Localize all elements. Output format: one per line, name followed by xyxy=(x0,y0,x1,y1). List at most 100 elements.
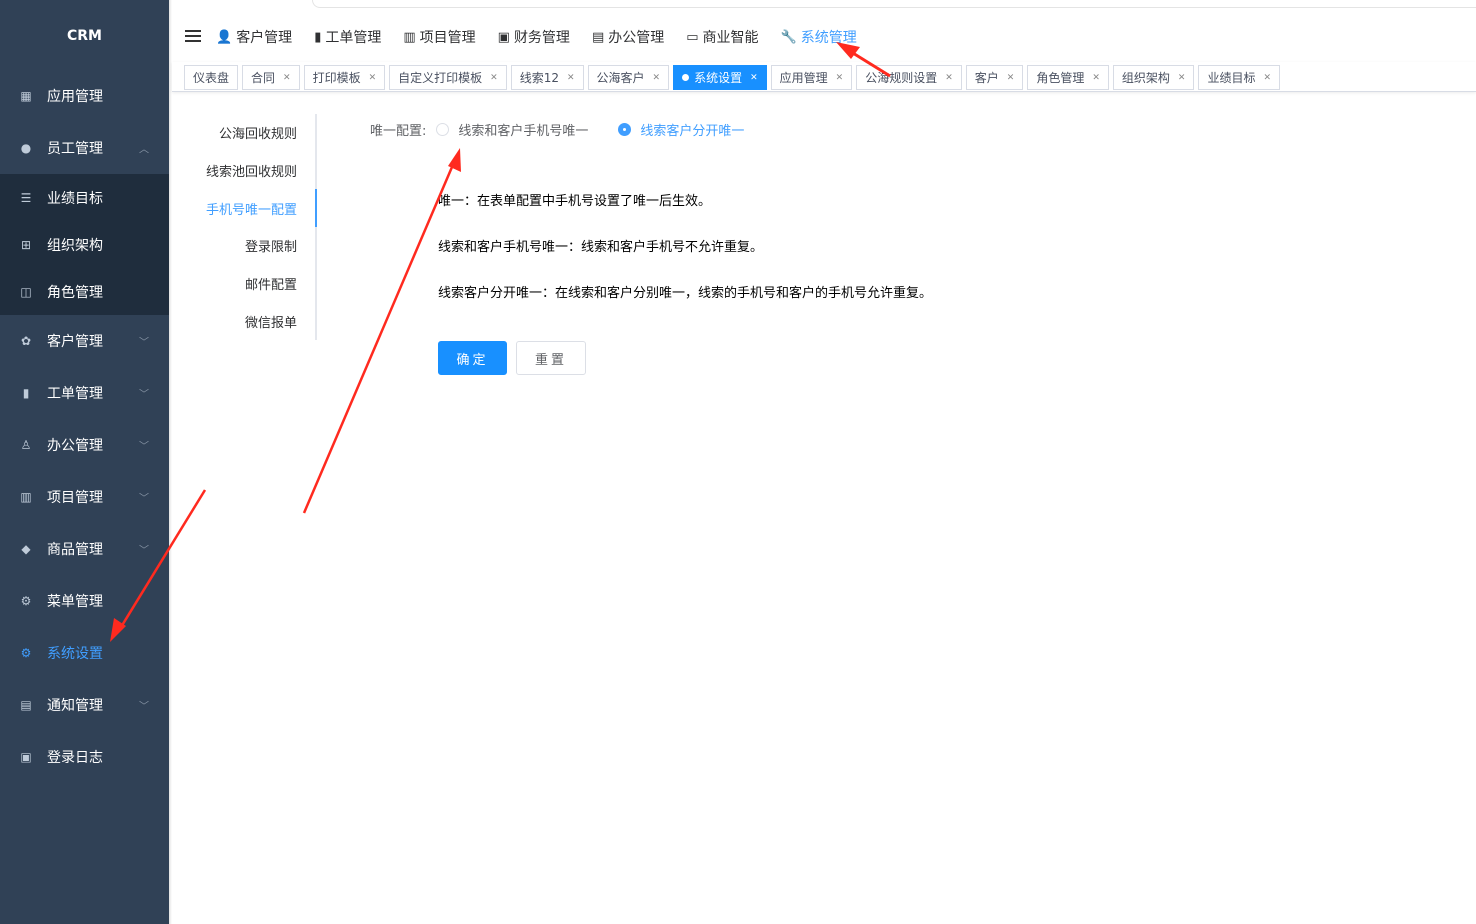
form-label: 唯一配置: xyxy=(370,124,427,139)
chevron-down-icon: ﹀ xyxy=(139,389,149,401)
tag-label: 客户 xyxy=(974,71,999,85)
sidebar-item-staff[interactable]: ● 员工管理 ︿ xyxy=(0,122,169,174)
tag-customer[interactable]: 客户 ✕ xyxy=(965,65,1024,90)
settings-menu: 公海回收规则 线索池回收规则 手机号唯一配置 登录限制 邮件配置 微信报单 xyxy=(172,114,317,340)
description-line: 唯一：在表单配置中手机号设置了唯一后生效。 xyxy=(438,194,712,209)
stamp-icon: ♙ xyxy=(20,438,32,452)
settings-item-login-limit[interactable]: 登录限制 xyxy=(172,227,315,265)
tag-system-settings[interactable]: 系统设置 ✕ xyxy=(673,65,767,90)
radio-lead-customer-unique[interactable]: 线索和客户手机号唯一 xyxy=(436,120,588,139)
role-icon: ◫ xyxy=(20,284,32,299)
sidebar-item-system-settings[interactable]: ⚙ 系统设置 xyxy=(0,627,169,679)
sidebar-item-menus[interactable]: ⚙ 菜单管理 xyxy=(0,575,169,627)
tag-dashboard[interactable]: 仪表盘 xyxy=(184,65,239,90)
sidebar-item-notices[interactable]: ▤ 通知管理 ﹀ xyxy=(0,679,169,731)
close-icon[interactable]: ✕ xyxy=(567,73,575,83)
hamburger-icon[interactable] xyxy=(185,30,201,44)
customers-icon: ✿ xyxy=(20,334,32,348)
tag-label: 公海客户 xyxy=(596,71,645,85)
sidebar-item-products[interactable]: ◆ 商品管理 ﹀ xyxy=(0,523,169,575)
chevron-down-icon: ﹀ xyxy=(139,493,149,505)
top-nav-office[interactable]: ▤ 办公管理 xyxy=(592,27,664,47)
settings-item-mail[interactable]: 邮件配置 xyxy=(172,265,315,303)
sidebar-item-projects[interactable]: ▥ 项目管理 ﹀ xyxy=(0,471,169,523)
tag-custom-print-template[interactable]: 自定义打印模板 ✕ xyxy=(389,65,507,90)
unique-config-form: 唯一配置: 线索和客户手机号唯一 线索客户分开唯一 xyxy=(370,120,774,139)
tag-public-customers[interactable]: 公海客户 ✕ xyxy=(587,65,670,90)
sidebar: CRM ▦ 应用管理 ● 员工管理 ︿ ☰ 业绩目标 ⊞ 组织架构 ◫ 角色管理… xyxy=(0,0,169,924)
tag-print-template[interactable]: 打印模板 ✕ xyxy=(303,65,386,90)
tags-view: 仪表盘 合同 ✕ 打印模板 ✕ 自定义打印模板 ✕ 线索12 ✕ 公海客户 ✕ 系统设置 ✕… xyxy=(172,62,1476,92)
gear-icon: ⚙ xyxy=(20,646,32,660)
chevron-down-icon: ﹀ xyxy=(139,337,149,349)
tag-label: 自定义打印模板 xyxy=(398,71,483,85)
sidebar-item-label: 登录日志 xyxy=(47,750,103,766)
tag-public-rules[interactable]: 公海规则设置 ✕ xyxy=(856,65,962,90)
sidebar-item-label: 通知管理 xyxy=(47,698,103,714)
grid-icon: ▦ xyxy=(20,89,32,103)
tag-org[interactable]: 组织架构 ✕ xyxy=(1112,65,1195,90)
sidebar-item-label: 组织架构 xyxy=(47,237,103,254)
tag-app-management[interactable]: 应用管理 ✕ xyxy=(770,65,853,90)
settings-item-phone-unique[interactable]: 手机号唯一配置 xyxy=(172,189,317,227)
clipboard-icon: ▮ xyxy=(22,386,30,400)
description-line: 线索客户分开唯一：在线索和客户分别唯一，线索的手机号和客户的手机号允许重复。 xyxy=(438,286,933,301)
reset-button[interactable]: 重置 xyxy=(516,341,586,375)
confirm-button[interactable]: 确定 xyxy=(438,341,507,375)
sidebar-item-login-log[interactable]: ▣ 登录日志 xyxy=(0,731,169,783)
settings-item-lead-recycle[interactable]: 线索池回收规则 xyxy=(172,152,315,190)
sidebar-item-customers[interactable]: ✿ 客户管理 ﹀ xyxy=(0,315,169,367)
tag-leads[interactable]: 线索12 ✕ xyxy=(510,65,584,90)
top-nav-label: 系统管理 xyxy=(800,30,857,46)
top-nav-tickets[interactable]: ▮ 工单管理 xyxy=(314,27,381,47)
radio-circle[interactable] xyxy=(436,123,450,136)
top-nav-system[interactable]: 🔧 系统管理 xyxy=(781,27,857,47)
active-dot-icon xyxy=(682,74,690,81)
close-icon[interactable]: ✕ xyxy=(1007,73,1015,83)
sidebar-item-label: 角色管理 xyxy=(47,284,103,301)
close-icon[interactable]: ✕ xyxy=(490,73,498,83)
sidebar-item-apps[interactable]: ▦ 应用管理 xyxy=(0,70,169,122)
tag-contract[interactable]: 合同 ✕ xyxy=(242,65,300,90)
close-icon[interactable]: ✕ xyxy=(750,73,758,83)
sidebar-item-label: 员工管理 xyxy=(47,141,103,157)
sidebar-item-label: 业绩目标 xyxy=(47,190,103,207)
close-icon[interactable]: ✕ xyxy=(653,73,661,83)
sidebar-item-tickets[interactable]: ▮ 工单管理 ﹀ xyxy=(0,367,169,419)
top-nav-finance[interactable]: ▣ 财务管理 xyxy=(498,27,570,47)
box-icon: ◆ xyxy=(21,542,31,556)
sidebar-item-label: 商品管理 xyxy=(47,542,103,558)
radio-circle[interactable] xyxy=(618,123,632,136)
gear-icon: ⚙ xyxy=(20,594,32,608)
top-nav-customers[interactable]: 👤 客户管理 xyxy=(216,27,292,47)
close-icon[interactable]: ✕ xyxy=(1178,73,1186,83)
close-icon[interactable]: ✕ xyxy=(836,73,844,83)
close-icon[interactable]: ✕ xyxy=(1263,73,1271,83)
close-icon[interactable]: ✕ xyxy=(283,73,291,83)
sidebar-item-roles[interactable]: ◫ 角色管理 xyxy=(0,268,169,315)
tag-role-management[interactable]: 角色管理 ✕ xyxy=(1027,65,1109,90)
chevron-down-icon: ﹀ xyxy=(139,701,149,713)
top-nav-projects[interactable]: ▥ 项目管理 xyxy=(403,27,475,47)
close-icon[interactable]: ✕ xyxy=(369,73,377,83)
close-icon[interactable]: ✕ xyxy=(945,73,953,83)
tag-label: 应用管理 xyxy=(779,71,828,85)
sidebar-item-label: 项目管理 xyxy=(47,490,103,506)
top-nav-bi[interactable]: ▭ 商业智能 xyxy=(686,27,758,47)
tag-performance[interactable]: 业绩目标 ✕ xyxy=(1198,65,1281,90)
settings-item-public-recycle[interactable]: 公海回收规则 xyxy=(172,114,315,152)
sidebar-item-performance[interactable]: ☰ 业绩目标 xyxy=(0,174,169,221)
close-icon[interactable]: ✕ xyxy=(1092,73,1100,83)
list-icon: ☰ xyxy=(20,190,32,205)
tag-label: 系统设置 xyxy=(694,71,743,85)
radio-separate-unique[interactable]: 线索客户分开唯一 xyxy=(618,120,744,139)
top-nav: 👤 客户管理 ▮ 工单管理 ▥ 项目管理 ▣ 财务管理 ▤ 办公管理 ▭ 商业智… xyxy=(216,27,879,47)
sidebar-item-label: 客户管理 xyxy=(47,334,103,350)
sidebar-item-label: 办公管理 xyxy=(47,438,103,454)
sidebar-item-office[interactable]: ♙ 办公管理 ﹀ xyxy=(0,419,169,471)
chevron-down-icon: ﹀ xyxy=(139,545,149,557)
tags-list: 仪表盘 合同 ✕ 打印模板 ✕ 自定义打印模板 ✕ 线索12 ✕ 公海客户 ✕ 系统设置 ✕… xyxy=(184,65,1281,90)
top-nav-label: 商业智能 xyxy=(702,30,759,46)
sidebar-item-org[interactable]: ⊞ 组织架构 xyxy=(0,221,169,268)
settings-item-wechat[interactable]: 微信报单 xyxy=(172,302,315,340)
